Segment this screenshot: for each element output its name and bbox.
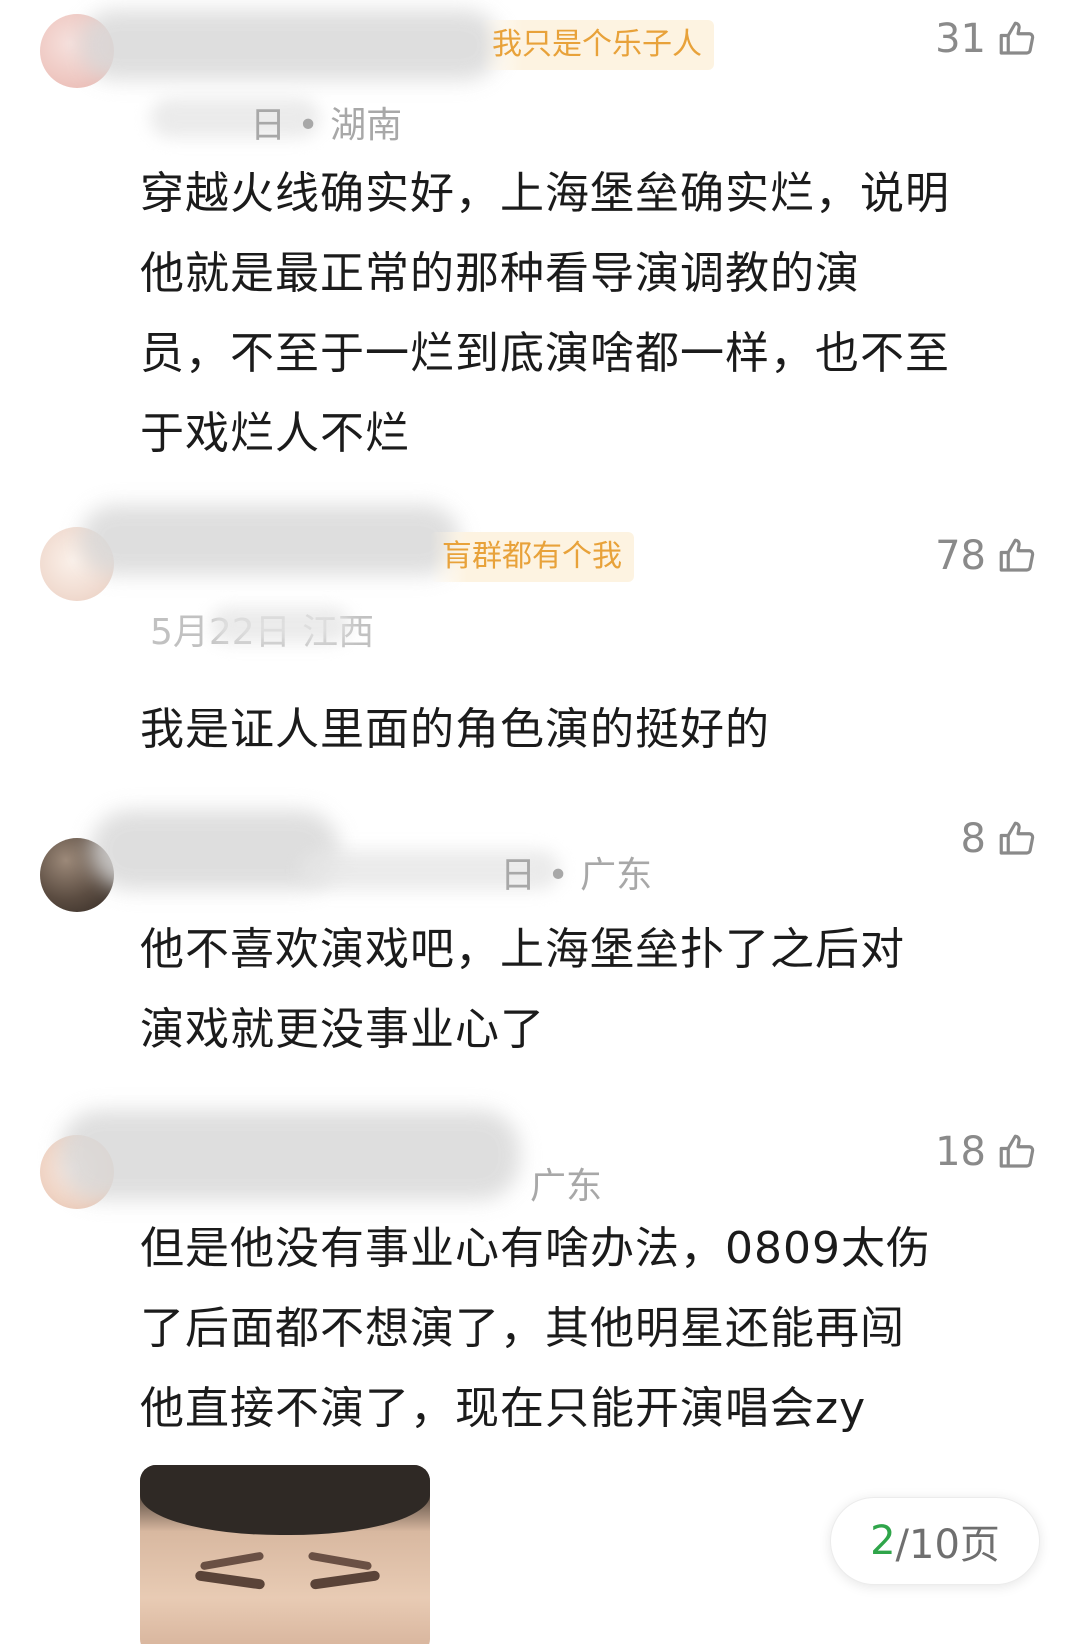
like-button[interactable]: 8 — [961, 816, 1038, 862]
thumbs-up-icon — [999, 538, 1035, 572]
comment-item: 我只是个乐子人 31 日 • 湖南 穿越火线确实好，上海堡垒确实烂，说明 他就是… — [0, 0, 1080, 470]
like-button[interactable]: 31 — [935, 16, 1038, 62]
page-indicator[interactable]: 2 /10页 — [830, 1497, 1040, 1585]
meme-eye — [194, 1570, 266, 1590]
comment-line: 他直接不演了，现在只能开演唱会zy — [140, 1383, 867, 1434]
like-count: 78 — [935, 533, 986, 579]
thumbs-up-icon — [999, 1134, 1035, 1168]
thumbs-up-icon — [999, 21, 1035, 55]
current-page: 2 — [870, 1518, 896, 1564]
comment-line: 他就是最正常的那种看导演调教的演 — [140, 248, 860, 299]
comment-meta: 广东 — [530, 1166, 603, 1207]
meme-hair — [140, 1465, 430, 1535]
like-count: 31 — [935, 16, 986, 62]
total-pages: /10页 — [895, 1522, 1000, 1568]
like-button[interactable]: 78 — [935, 533, 1038, 579]
comment-meta: 日 • 湖南 — [250, 105, 403, 146]
meme-brow — [199, 1551, 265, 1571]
comment-text: 我是证人里面的角色演的挺好的 — [140, 690, 1040, 770]
date-redacted — [210, 607, 350, 643]
comment-line: 演戏就更没事业心了 — [140, 1004, 545, 1055]
comment-line: 于戏烂人不烂 — [140, 408, 410, 459]
comment-line: 但是他没有事业心有啥办法，0809太伤 — [140, 1223, 931, 1274]
user-badge: 肓群都有个我 — [430, 532, 634, 582]
comment-line: 了后面都不想演了，其他明星还能再闯 — [140, 1303, 905, 1354]
like-count: 8 — [960, 816, 986, 862]
like-button[interactable]: 18 — [935, 1129, 1038, 1175]
comment-line: 他不喜欢演戏吧，上海堡垒扑了之后对 — [140, 924, 905, 975]
username-redacted — [80, 505, 460, 575]
comment-image[interactable] — [140, 1465, 430, 1644]
like-count: 18 — [935, 1129, 986, 1175]
meme-brow — [307, 1551, 373, 1571]
comment-line: 员，不至于一烂到底演啥都一样，也不至 — [140, 328, 950, 379]
username-redacted — [80, 10, 500, 80]
user-badge: 我只是个乐子人 — [480, 20, 714, 70]
comment-text: 但是他没有事业心有啥办法，0809太伤 了后面都不想演了，其他明星还能再闯 他直… — [140, 1209, 1040, 1449]
comment-line: 我是证人里面的角色演的挺好的 — [140, 704, 770, 755]
comment-text: 穿越火线确实好，上海堡垒确实烂，说明 他就是最正常的那种看导演调教的演 员，不至… — [140, 154, 1040, 474]
comment-meta: 日 • 广东 — [500, 855, 653, 896]
comment-list-page: 我只是个乐子人 31 日 • 湖南 穿越火线确实好，上海堡垒确实烂，说明 他就是… — [0, 0, 1080, 1644]
comment-text: 他不喜欢演戏吧，上海堡垒扑了之后对 演戏就更没事业心了 — [140, 910, 1040, 1070]
meme-eye — [309, 1570, 381, 1590]
thumbs-up-icon — [999, 821, 1035, 855]
comment-line: 穿越火线确实好，上海堡垒确实烂，说明 — [140, 168, 950, 219]
username-redacted — [60, 1110, 520, 1200]
comment-item: 肓群都有个我 78 5月22日 江西 我是证人里面的角色演的挺好的 — [0, 495, 1080, 765]
comment-item: 日 • 广东 8 他不喜欢演戏吧，上海堡垒扑了之后对 演戏就更没事业心了 — [0, 790, 1080, 1065]
